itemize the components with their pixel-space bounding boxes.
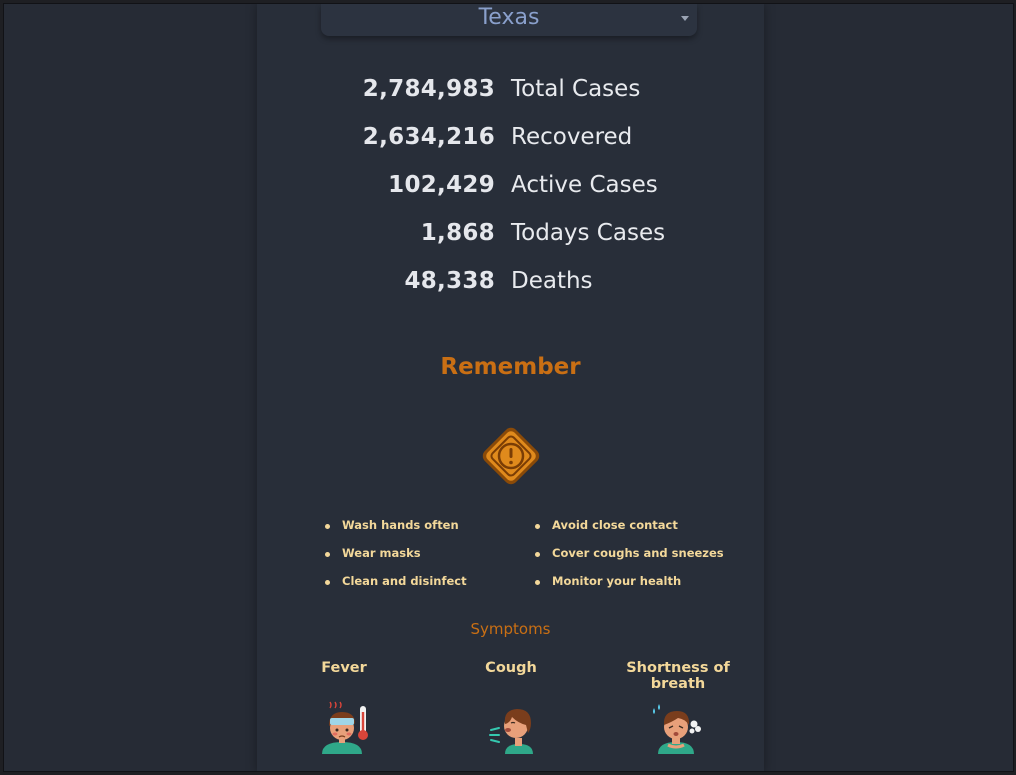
stat-value: 48,338 [404, 268, 495, 294]
fever-icon [322, 701, 368, 754]
main-panel: Texas 2,784,983 Total Cases 2,634,216 Re… [257, 4, 764, 771]
tip-item: Wear masks [325, 546, 467, 574]
tips-list-right: Avoid close contact Cover coughs and sne… [535, 518, 724, 602]
tip-item: Wash hands often [325, 518, 467, 546]
stat-deaths: 48,338 Deaths [257, 268, 764, 316]
stats-list: 2,784,983 Total Cases 2,634,216 Recovere… [257, 76, 764, 316]
symptom-name: Fever [321, 660, 367, 676]
stat-label: Todays Cases [511, 220, 666, 246]
symptom-cough: Cough [446, 660, 576, 756]
stat-active-cases: 102,429 Active Cases [257, 172, 764, 220]
shortness-of-breath-icon [653, 704, 701, 754]
stat-label: Active Cases [511, 172, 658, 198]
stat-todays-cases: 1,868 Todays Cases [257, 220, 764, 268]
stat-label: Total Cases [511, 76, 641, 102]
tips-list-left: Wash hands often Wear masks Clean and di… [325, 518, 467, 602]
tip-item: Cover coughs and sneezes [535, 546, 724, 574]
stat-value: 2,784,983 [362, 76, 495, 102]
remember-heading: Remember [440, 354, 581, 380]
state-selector[interactable]: Texas [321, 4, 697, 36]
stat-value: 102,429 [388, 172, 495, 198]
symptom-shortness-of-breath: Shortness of breath [613, 660, 743, 756]
warning-icon [482, 427, 540, 485]
state-selector-value: Texas [478, 5, 540, 30]
symptom-name: Shortness of breath [626, 660, 730, 692]
symptom-fever: Fever [279, 660, 409, 756]
stat-label: Recovered [511, 124, 633, 150]
stat-value: 1,868 [420, 220, 495, 246]
stat-label: Deaths [511, 268, 593, 294]
tip-item: Avoid close contact [535, 518, 724, 546]
caret-down-icon [681, 16, 689, 21]
tip-item: Clean and disinfect [325, 574, 467, 602]
symptoms-heading: Symptoms [470, 620, 551, 638]
stat-recovered: 2,634,216 Recovered [257, 124, 764, 172]
app-window: Texas 2,784,983 Total Cases 2,634,216 Re… [3, 3, 1014, 772]
tip-item: Monitor your health [535, 574, 724, 602]
stat-total-cases: 2,784,983 Total Cases [257, 76, 764, 124]
symptom-name: Cough [485, 660, 537, 676]
cough-icon [489, 709, 533, 754]
stat-value: 2,634,216 [362, 124, 495, 150]
